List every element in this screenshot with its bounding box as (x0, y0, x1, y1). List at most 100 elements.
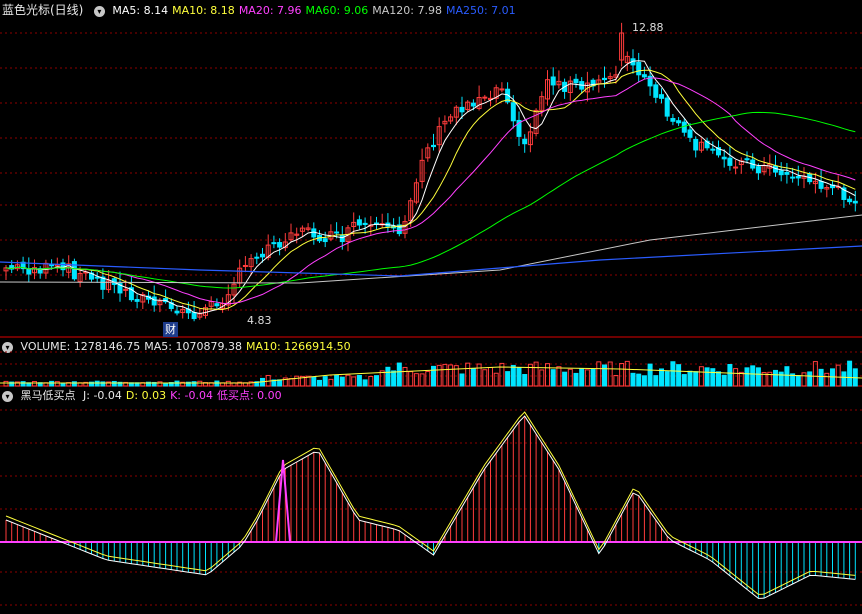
candle-body (659, 94, 664, 99)
candle-body (602, 77, 607, 81)
volume-bar (505, 371, 511, 387)
volume-bar (225, 380, 231, 387)
volume-bar (191, 381, 197, 387)
candle-body (334, 231, 340, 234)
volume-bar (493, 372, 499, 387)
candle-body (322, 238, 328, 243)
volume-bar (562, 371, 568, 387)
volume-bar (94, 380, 100, 387)
candle-body (727, 157, 733, 166)
volume-bar (693, 371, 699, 387)
volume-bar (567, 368, 573, 387)
volume-bar (755, 367, 761, 387)
volume-bar (733, 368, 739, 387)
volume-bar (738, 371, 744, 387)
candle-body (277, 242, 283, 248)
candle-body (852, 200, 858, 204)
volume-bar (356, 374, 362, 387)
volume-bar (516, 367, 522, 387)
volume-bar (676, 364, 682, 387)
volume-bar (636, 373, 642, 387)
volume-bar (157, 381, 163, 387)
volume-bar (824, 372, 830, 387)
high-price-label: 12.88 (632, 21, 664, 34)
volume-bar (362, 379, 368, 387)
candle-body (522, 138, 528, 145)
volume-bar (784, 366, 790, 387)
volume-bar (328, 378, 334, 387)
candle-body (721, 156, 727, 160)
volume-bar (590, 368, 596, 387)
candle-body (636, 61, 642, 76)
candle-body (778, 170, 784, 176)
candle-body (784, 171, 790, 175)
volume-bar (374, 375, 379, 387)
volume-bar (368, 375, 374, 387)
volume-bar (721, 374, 727, 387)
candle-body (510, 102, 516, 122)
low-price-label: 4.83 (247, 314, 272, 327)
candle-body (71, 261, 77, 280)
volume-bar (579, 368, 585, 387)
volume-bar (653, 375, 659, 387)
volume-bar (385, 366, 391, 387)
volume-bar (704, 367, 710, 387)
volume-bar (3, 380, 9, 387)
volume-bar (379, 370, 385, 387)
volume-bar (32, 381, 37, 387)
volume-bar (339, 376, 345, 387)
candle-body (550, 76, 556, 86)
candle-body (134, 298, 140, 302)
volume-bar (727, 363, 733, 387)
volume-bar (322, 376, 328, 387)
volume-bar (619, 363, 625, 387)
volume-bar (54, 381, 60, 387)
candle-body (693, 138, 699, 151)
volume-bar (510, 364, 516, 387)
volume-bar (49, 380, 55, 387)
volume-bar (351, 376, 357, 387)
volume-bar (687, 370, 693, 387)
candle-body (174, 310, 180, 314)
volume-bar (778, 371, 784, 387)
volume-bar (533, 361, 539, 387)
volume-bar (111, 380, 117, 387)
candle-body (151, 296, 157, 306)
volume-bar (807, 371, 813, 387)
kline-chart[interactable] (0, 0, 862, 614)
candle-body (818, 180, 824, 189)
volume-bar (425, 371, 431, 387)
candle-body (653, 84, 659, 98)
volume-bar (431, 365, 436, 387)
volume-bar (847, 360, 853, 387)
volume-bar (716, 371, 721, 387)
volume-bar (841, 371, 847, 387)
volume-bar (448, 364, 454, 387)
candle-body (641, 74, 647, 78)
finance-event-badge[interactable]: 财 (163, 322, 178, 337)
volume-bar (334, 374, 340, 387)
ma120-line (0, 214, 862, 284)
volume-bar (71, 381, 77, 387)
candle-body (311, 228, 317, 238)
candle-body (254, 256, 260, 259)
volume-bar (602, 364, 607, 387)
candle-body (676, 120, 682, 124)
volume-bar (710, 368, 716, 387)
volume-bar (750, 365, 756, 387)
volume-bar (174, 380, 180, 387)
candle-body (755, 166, 761, 174)
candle-body (733, 166, 739, 169)
volume-bar (744, 367, 750, 387)
candle-body (847, 198, 853, 203)
volume-bar (545, 363, 550, 387)
volume-bar (647, 363, 653, 387)
volume-bar (613, 374, 619, 387)
volume-bar (288, 378, 294, 387)
candle-body (94, 276, 100, 279)
candle-body (744, 158, 750, 161)
volume-bar (197, 380, 203, 387)
volume-bar (539, 369, 545, 387)
volume-bar (459, 373, 465, 387)
volume-bar (818, 368, 824, 387)
